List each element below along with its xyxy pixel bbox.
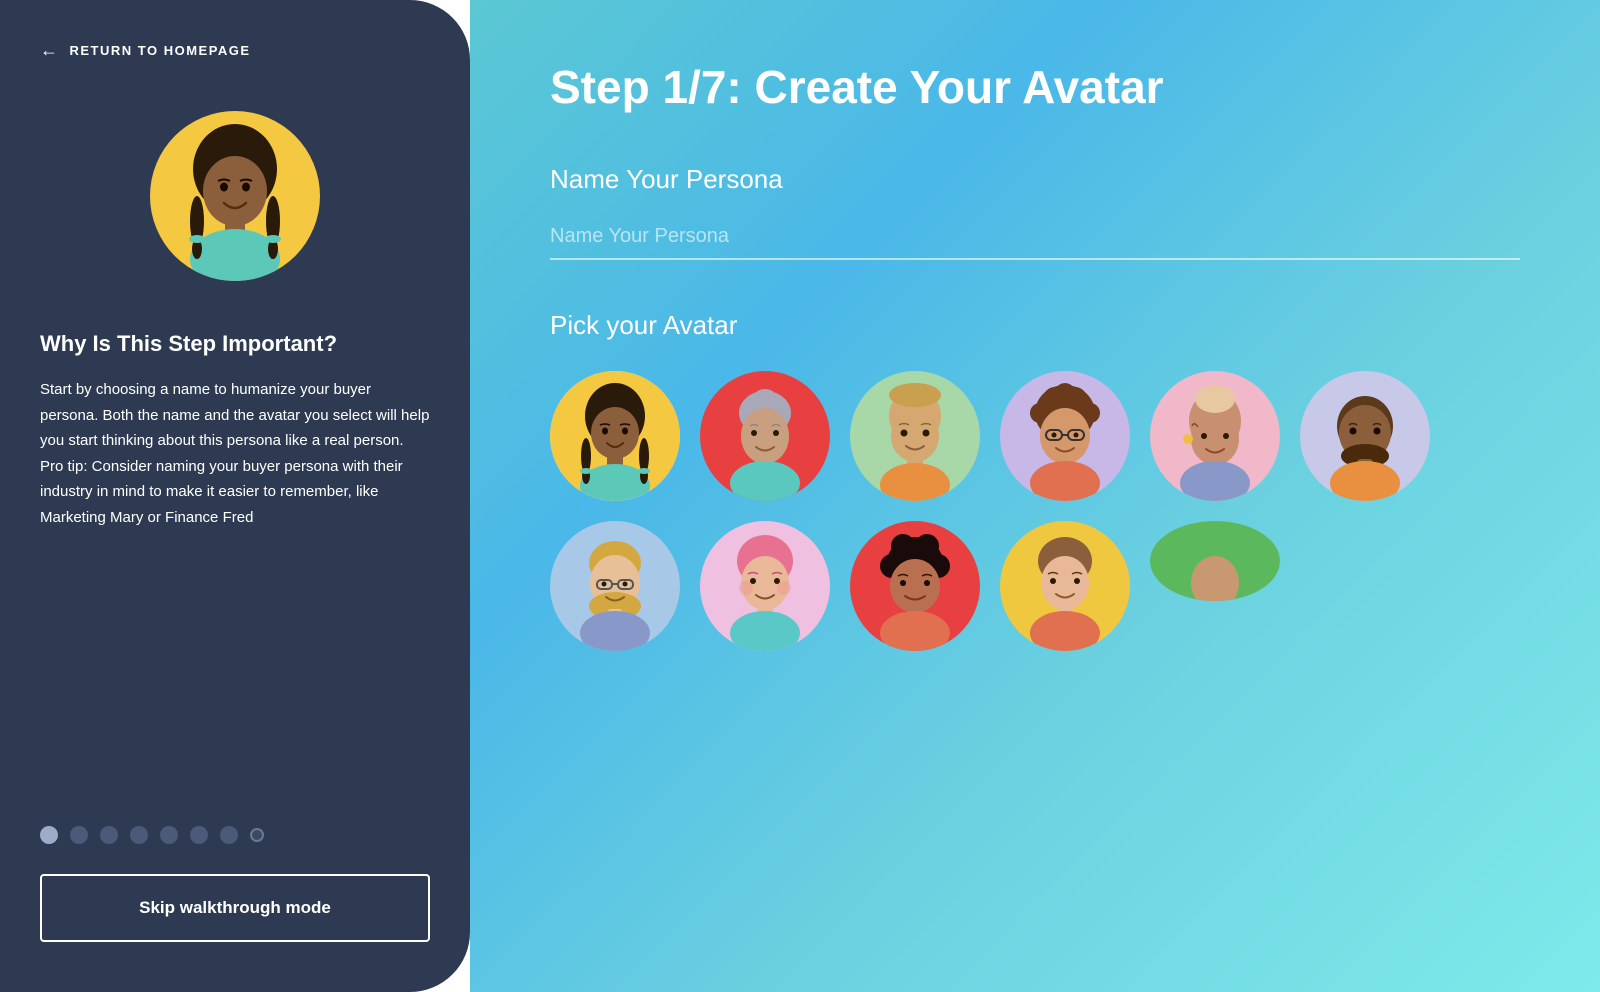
avatar-option-4[interactable] xyxy=(1000,371,1130,501)
return-to-homepage-link[interactable]: ← RETURN TO HOMEPAGE xyxy=(0,0,470,81)
why-body: Start by choosing a name to humanize you… xyxy=(40,377,430,530)
return-label: RETURN TO HOMEPAGE xyxy=(70,43,251,58)
avatar-preview-container xyxy=(0,81,470,301)
avatar-option-3[interactable] xyxy=(850,371,980,501)
skip-walkthrough-button[interactable]: Skip walkthrough mode xyxy=(40,874,430,942)
progress-dot-6[interactable] xyxy=(190,826,208,844)
sidebar-info: Why Is This Step Important? Start by cho… xyxy=(0,301,470,806)
avatar-option-5[interactable] xyxy=(1150,371,1280,501)
progress-dot-4[interactable] xyxy=(130,826,148,844)
progress-dot-3[interactable] xyxy=(100,826,118,844)
avatar-option-7[interactable] xyxy=(550,521,680,651)
back-arrow-icon: ← xyxy=(40,40,60,61)
avatar-grid xyxy=(550,371,1520,651)
why-title: Why Is This Step Important? xyxy=(40,331,430,357)
left-panel: ← RETURN TO HOMEPAGE xyxy=(0,0,470,992)
progress-dot-5[interactable] xyxy=(160,826,178,844)
progress-dot-7[interactable] xyxy=(220,826,238,844)
progress-dot-2[interactable] xyxy=(70,826,88,844)
avatar-preview-svg xyxy=(150,111,320,281)
progress-dot-1[interactable] xyxy=(40,826,58,844)
avatar-option-10[interactable] xyxy=(1000,521,1130,651)
selected-avatar-preview xyxy=(150,111,320,281)
skip-button-container: Skip walkthrough mode xyxy=(0,874,470,992)
avatar-grid-label: Pick your Avatar xyxy=(550,310,1520,341)
avatar-option-6[interactable] xyxy=(1300,371,1430,501)
persona-name-input[interactable] xyxy=(550,215,1520,260)
avatar-option-1[interactable] xyxy=(550,371,680,501)
avatar-option-2[interactable] xyxy=(700,371,830,501)
persona-section-label: Name Your Persona xyxy=(550,164,1520,195)
avatar-option-8[interactable] xyxy=(700,521,830,651)
avatar-option-11[interactable] xyxy=(1150,521,1280,601)
progress-dot-8[interactable] xyxy=(250,828,264,842)
progress-dots xyxy=(0,806,470,874)
avatar-option-9[interactable] xyxy=(850,521,980,651)
right-panel: Step 1/7: Create Your Avatar Name Your P… xyxy=(470,0,1600,992)
step-title: Step 1/7: Create Your Avatar xyxy=(550,60,1520,114)
